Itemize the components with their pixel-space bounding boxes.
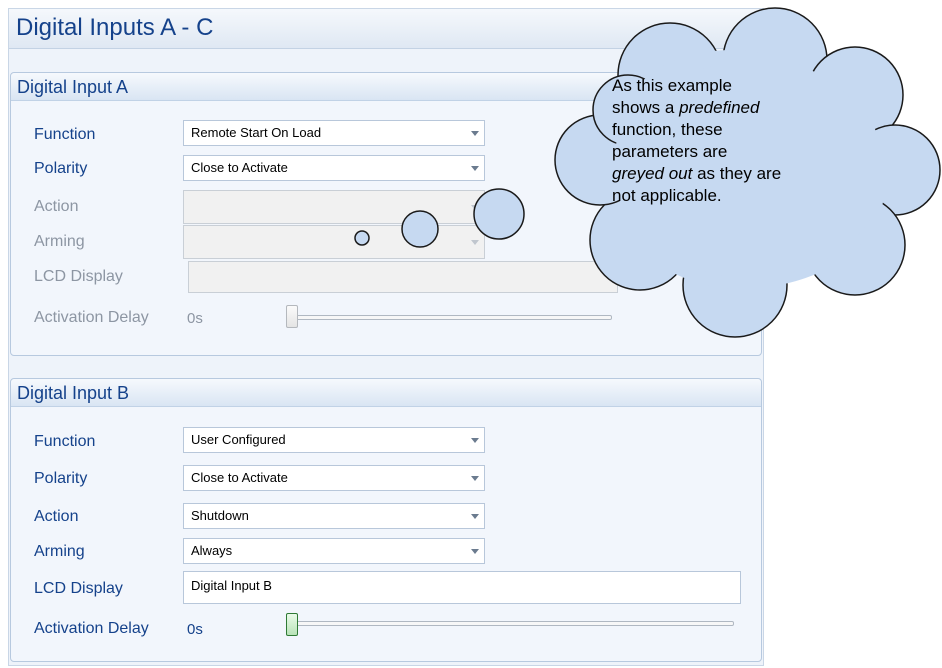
function-label-a: Function [34, 126, 96, 143]
polarity-label-a: Polarity [34, 160, 88, 177]
polarity-label-b: Polarity [34, 470, 88, 487]
polarity-value-b: Close to Activate [191, 470, 288, 485]
polarity-select-a[interactable]: Close to Activate [183, 155, 485, 181]
function-select-b[interactable]: User Configured [183, 427, 485, 453]
callout-line-5-suffix: as they are [692, 164, 782, 183]
arming-select-b[interactable]: Always [183, 538, 485, 564]
chevron-down-icon [471, 438, 479, 443]
function-label-b: Function [34, 433, 96, 450]
page-title: Digital Inputs A - C [16, 14, 214, 41]
callout-line-2-prefix: shows a [612, 98, 680, 117]
lcd-display-label-b: LCD Display [34, 580, 123, 597]
arming-label-a: Arming [34, 233, 85, 250]
activation-delay-track-b[interactable] [292, 621, 734, 626]
chevron-down-icon [471, 514, 479, 519]
activation-delay-label-b: Activation Delay [34, 620, 149, 637]
callout-line-2: shows a predefined [612, 97, 872, 119]
thought-bubbles [354, 188, 525, 248]
callout-line-4: parameters are [612, 142, 728, 161]
polarity-value-a: Close to Activate [191, 160, 288, 175]
function-value-a: Remote Start On Load [191, 125, 322, 140]
arming-value-b: Always [191, 543, 233, 558]
action-select-b[interactable]: Shutdown [183, 503, 485, 529]
lcd-display-value-b: Digital Input B [191, 578, 272, 593]
callout-line-1: As this example [612, 76, 732, 95]
digital-input-b-title: Digital Input B [17, 383, 130, 403]
chevron-down-icon [471, 549, 479, 554]
callout-emphasis-predefined: predefined [679, 98, 760, 117]
activation-delay-value-a: 0s [187, 310, 203, 327]
activation-delay-label-a: Activation Delay [34, 309, 149, 326]
callout-emphasis-greyed-out: greyed out [612, 164, 693, 183]
lcd-display-input-b[interactable]: Digital Input B [183, 571, 741, 604]
chevron-down-icon [471, 166, 479, 171]
callout-line-3: function, these [612, 120, 723, 139]
lcd-display-label-a: LCD Display [34, 268, 123, 285]
activation-delay-slider-thumb-b[interactable] [286, 613, 298, 636]
action-value-b: Shutdown [191, 508, 249, 523]
function-select-a[interactable]: Remote Start On Load [183, 120, 485, 146]
chevron-down-icon [471, 131, 479, 136]
action-label-b: Action [34, 508, 79, 525]
arming-label-b: Arming [34, 543, 85, 560]
chevron-down-icon [471, 476, 479, 481]
polarity-select-b[interactable]: Close to Activate [183, 465, 485, 491]
callout-line-5: greyed out as they are [612, 163, 872, 185]
function-value-b: User Configured [191, 432, 286, 447]
digital-input-a-title: Digital Input A [17, 77, 129, 97]
activation-delay-slider-thumb-a [286, 305, 298, 328]
callout-text: As this example shows a predefined funct… [612, 75, 872, 207]
action-label-a: Action [34, 198, 79, 215]
activation-delay-value-b: 0s [187, 621, 203, 638]
callout-line-6: not applicable. [612, 186, 722, 205]
